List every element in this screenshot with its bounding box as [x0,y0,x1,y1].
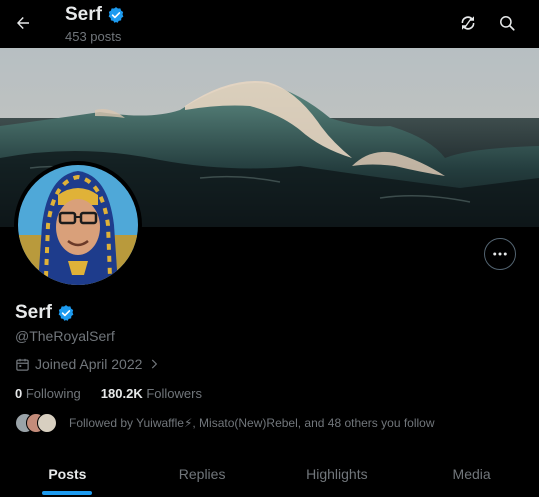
avatar-image [18,165,138,285]
tab-media[interactable]: Media [404,450,539,497]
arrow-left-icon [17,17,29,29]
tab-highlights[interactable]: Highlights [270,450,405,497]
calendar-icon [16,358,29,371]
header-title: Serf [65,4,125,26]
tab-label: Media [452,465,491,482]
follower-avatars [15,413,57,433]
header-name: Serf [65,4,102,25]
following-label: Following [25,386,81,401]
followed-by[interactable]: Followed by Yuiwaffle⚡, Misato(New)Rebel… [15,413,435,433]
followers-link[interactable]: 180.2K Followers [101,386,202,401]
refresh-icon [461,16,475,30]
post-count: 453 posts [65,29,122,44]
profile-name: Serf [15,302,75,324]
profile-tabs: Posts Replies Highlights Media [0,450,539,497]
followers-label: Followers [146,386,202,401]
follow-stats: 0 Following 180.2K Followers [15,386,202,401]
profile-avatar[interactable] [14,161,142,289]
tab-label: Posts [48,465,87,482]
chevron-right-icon [152,359,158,369]
back-button[interactable] [8,8,38,38]
tab-posts[interactable]: Posts [0,450,135,497]
verified-badge-icon [108,7,124,23]
more-horizontal-icon [493,252,507,256]
tab-label: Highlights [306,465,368,482]
search-button[interactable] [494,10,520,36]
followed-by-text: Followed by Yuiwaffle⚡, Misato(New)Rebel… [69,416,435,430]
active-tab-indicator [42,491,93,495]
display-name: Serf [15,302,52,323]
tab-label: Replies [178,465,226,482]
profile-handle: @TheRoyalSerf [15,328,115,344]
avatar [37,413,57,433]
following-count: 0 [15,386,23,401]
following-link[interactable]: 0 Following [15,386,81,401]
joined-date[interactable]: Joined April 2022 [15,356,161,372]
refresh-button[interactable] [455,10,481,36]
followers-count: 180.2K [100,386,143,401]
more-options-button[interactable] [484,238,516,270]
search-icon [500,16,515,31]
joined-text: Joined April 2022 [35,356,143,372]
profile-page: Serf 453 posts Serf @TheRoyalSerf Joined… [0,0,539,497]
verified-badge-icon[interactable] [57,304,75,322]
top-header: Serf 453 posts [0,0,539,48]
tab-replies[interactable]: Replies [135,450,270,497]
